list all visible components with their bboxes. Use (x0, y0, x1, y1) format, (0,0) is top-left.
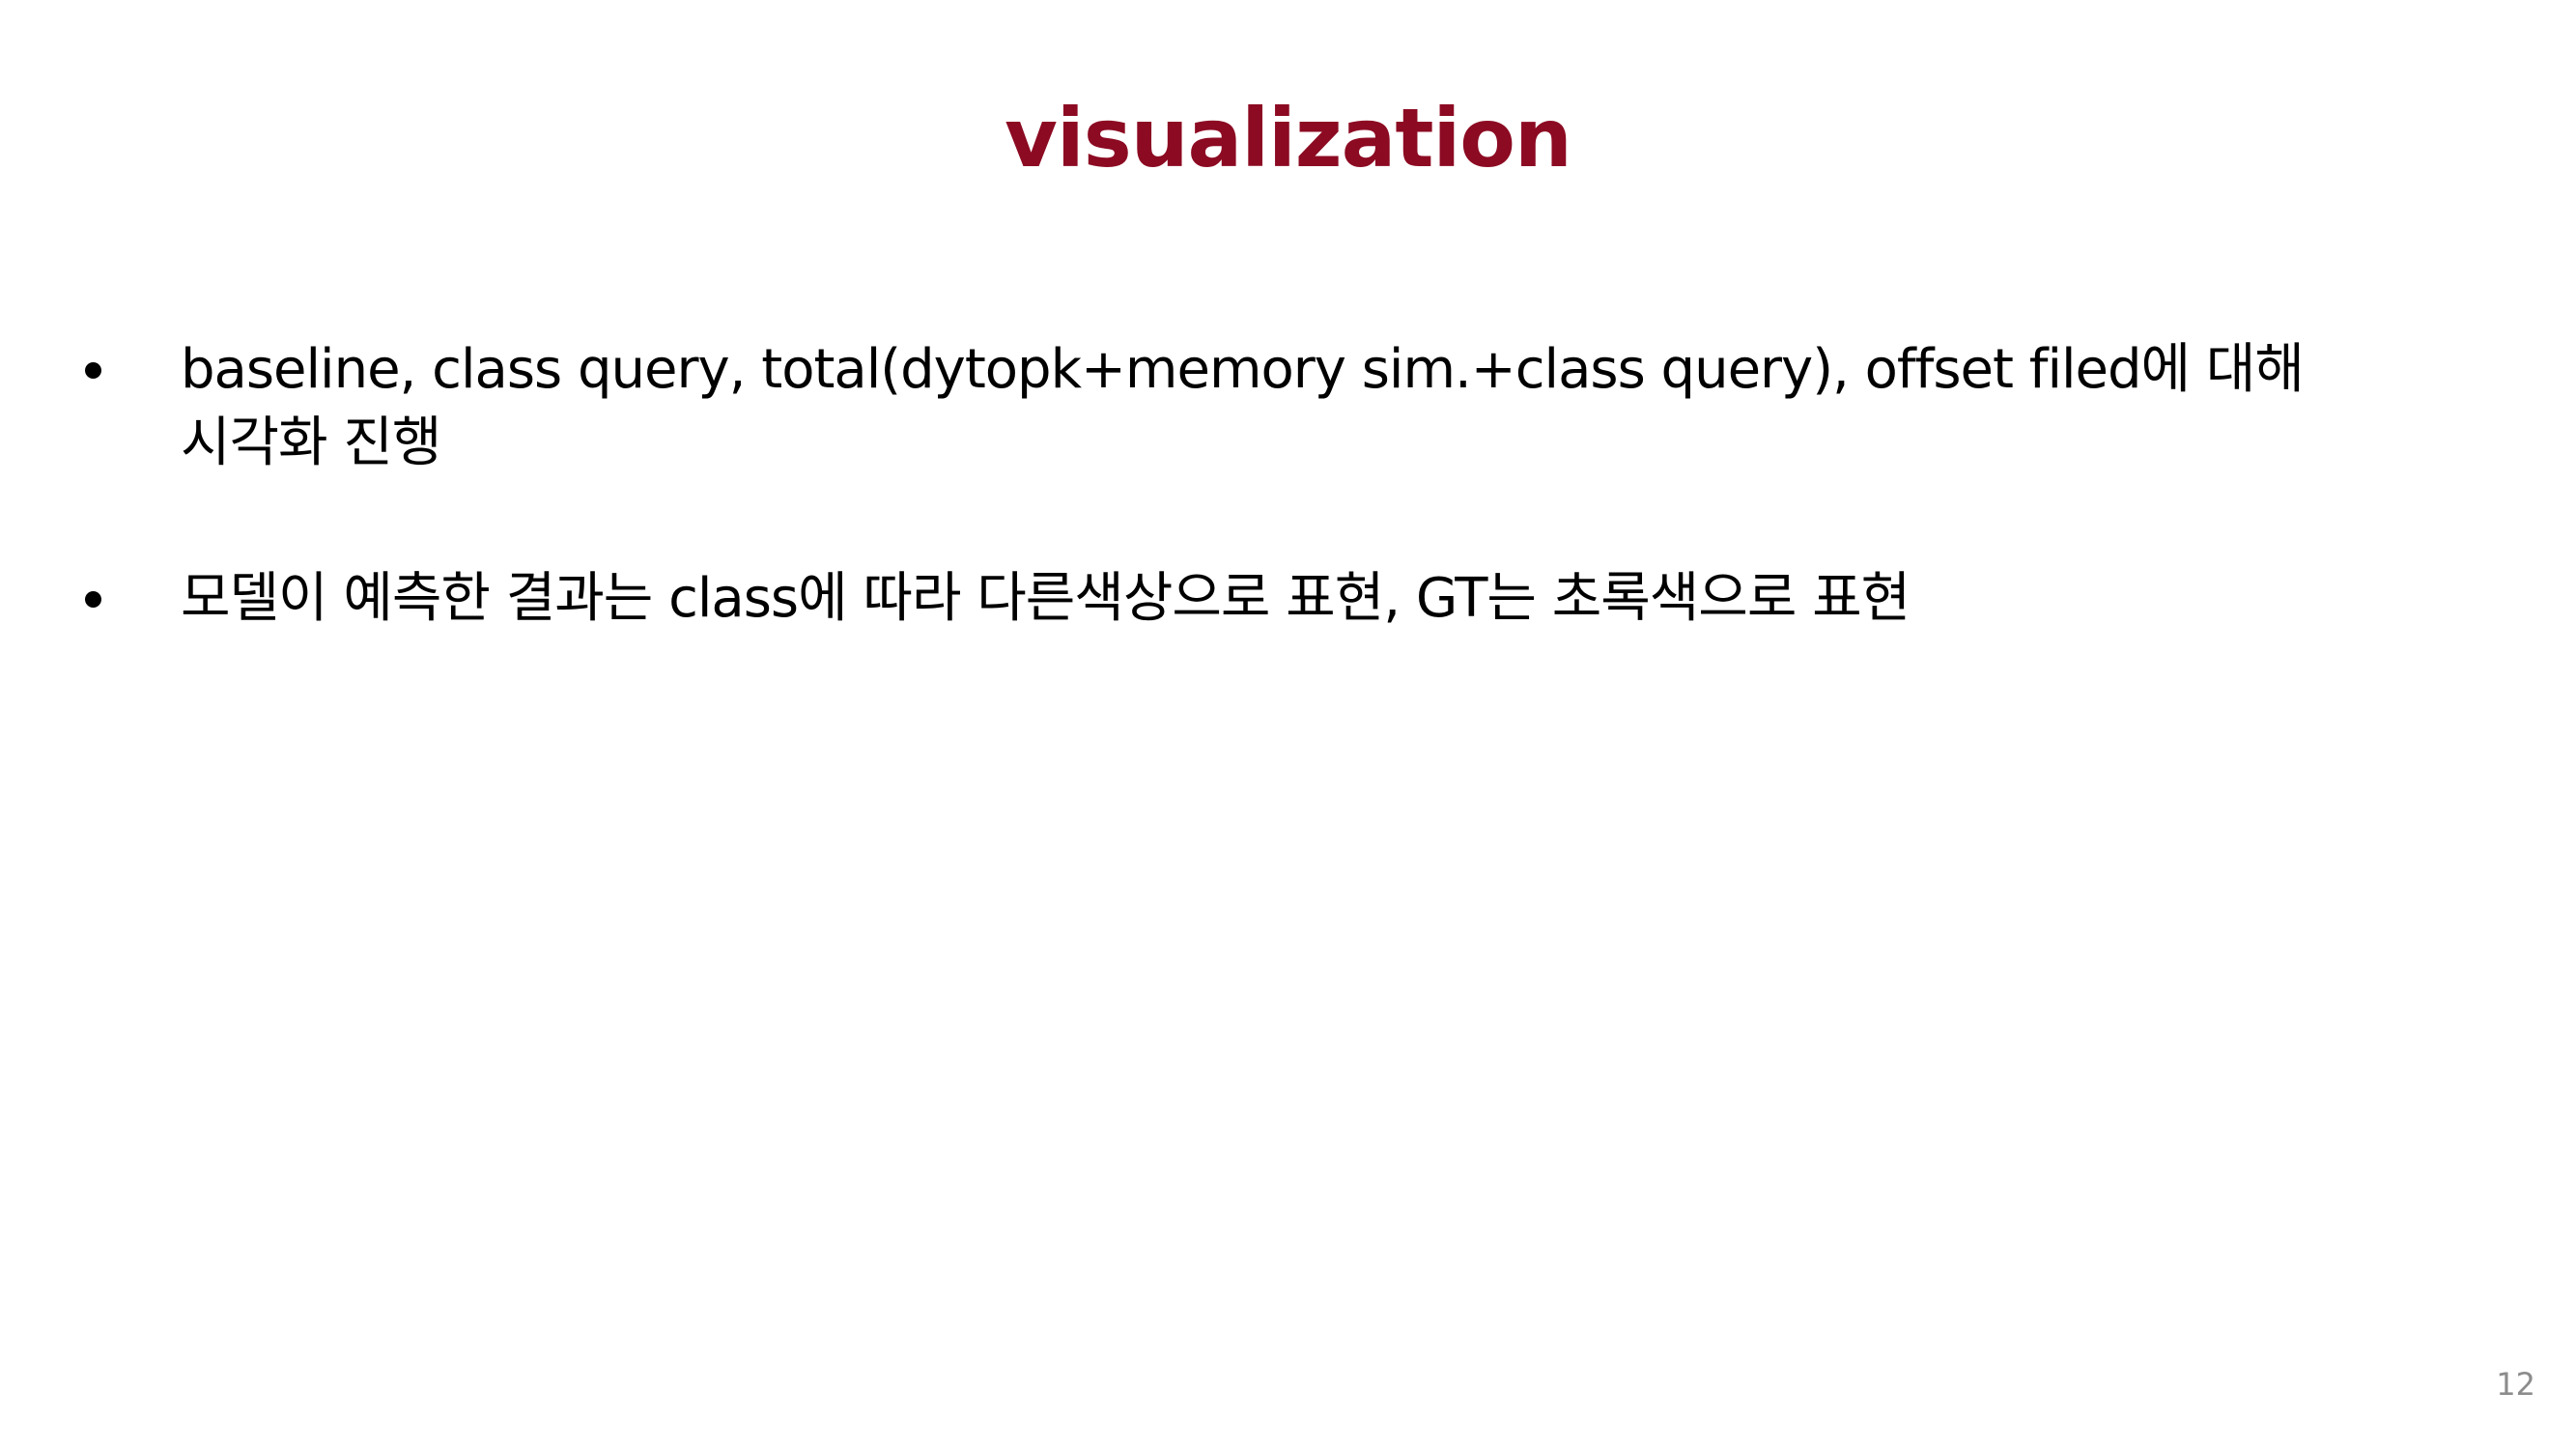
bullet-icon (85, 591, 101, 608)
bullet-text-line: baseline, class query, total(dytopk+memo… (181, 338, 2305, 401)
bullet-list: baseline, class query, total(dytopk+memo… (77, 333, 2434, 636)
bullet-text-line: 시각화 진행 (181, 412, 441, 474)
bullet-item-2: 모델이 예측한 결과는 class에 따라 다른색상으로 표현, GT는 초록색… (77, 562, 2434, 636)
page-number: 12 (2496, 1366, 2535, 1403)
bullet-icon (85, 362, 101, 379)
bullet-text-line: 모델이 예측한 결과는 class에 따라 다른색상으로 표현, GT는 초록색… (181, 567, 1911, 630)
slide: visualization baseline, class query, tot… (0, 0, 2576, 1449)
slide-title: visualization (1005, 91, 1572, 185)
bullet-item-1: baseline, class query, total(dytopk+memo… (77, 333, 2434, 480)
